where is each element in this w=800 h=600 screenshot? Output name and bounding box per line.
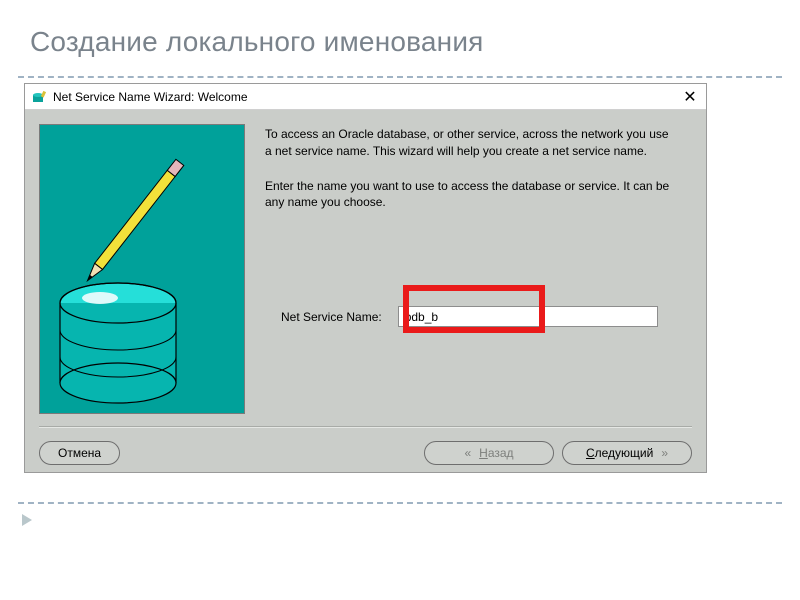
slide-heading: Создание локального именования (30, 26, 484, 58)
back-button[interactable]: « Назад (424, 441, 554, 465)
close-icon[interactable]: ✕ (680, 87, 700, 107)
divider-bottom (18, 502, 782, 504)
next-button[interactable]: Следующий » (562, 441, 692, 465)
net-service-name-input[interactable] (398, 306, 658, 327)
wizard-illustration (39, 124, 245, 414)
cancel-button-label: Отмена (58, 446, 101, 460)
intro-text-2: Enter the name you want to use to access… (265, 178, 675, 212)
next-button-label: Следующий (586, 446, 653, 460)
wizard-dialog: Net Service Name Wizard: Welcome ✕ (24, 83, 707, 473)
titlebar: Net Service Name Wizard: Welcome ✕ (25, 84, 706, 110)
arrow-bullet-icon (22, 514, 32, 526)
back-button-label: Назад (479, 446, 513, 460)
button-separator (39, 426, 692, 428)
net-service-name-label: Net Service Name: (281, 310, 382, 324)
chevron-right-icon: » (661, 446, 668, 460)
divider-top (18, 76, 782, 78)
window-title: Net Service Name Wizard: Welcome (53, 90, 248, 104)
intro-text-1: To access an Oracle database, or other s… (265, 126, 675, 160)
chevron-left-icon: « (464, 446, 471, 460)
app-icon (31, 89, 47, 105)
cancel-button[interactable]: Отмена (39, 441, 120, 465)
